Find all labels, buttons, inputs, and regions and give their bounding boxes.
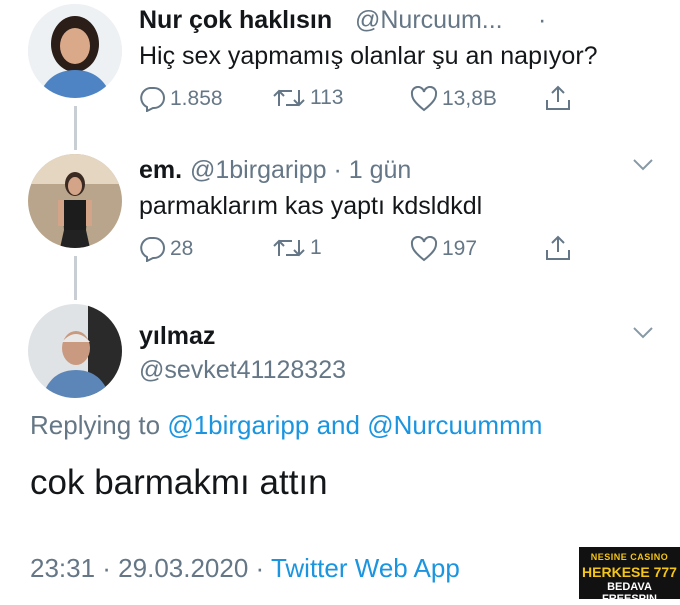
chevron-down-icon: [633, 159, 653, 171]
reply-count: 28: [170, 237, 194, 260]
tweet3-author-name[interactable]: yılmaz: [139, 322, 215, 351]
tweet2-menu[interactable]: [632, 158, 654, 177]
tweet1-dot: ·: [538, 6, 547, 34]
like-icon: [410, 86, 438, 112]
tweet3-menu[interactable]: [632, 326, 654, 345]
tweet3-author-handle[interactable]: @sevket41128323: [139, 356, 346, 385]
tweet-source[interactable]: Twitter Web App: [271, 553, 460, 583]
retweet-button[interactable]: 1: [272, 236, 322, 260]
reply-icon: [140, 87, 165, 112]
thread-connector: [74, 106, 77, 150]
tweet1-text: Hiç sex yapmamış olanlar şu an napıyor?: [139, 42, 598, 70]
retweet-icon: [273, 89, 305, 107]
reply-user-link[interactable]: @1birgaripp: [167, 410, 309, 440]
retweet-count: 1: [310, 236, 322, 259]
tweet2-author-name[interactable]: em.: [139, 156, 182, 185]
tweet-meta: 23:31 · 29.03.2020 · Twitter Web App: [30, 553, 460, 584]
retweet-icon: [273, 239, 305, 257]
share-button[interactable]: [544, 84, 572, 112]
share-icon: [546, 85, 570, 110]
reply-user-link[interactable]: @Nurcuummm: [367, 410, 542, 440]
tweet3-text: cok barmakmı attın: [30, 463, 328, 502]
ad-brand: NESINE CASINO: [590, 552, 669, 562]
chevron-down-icon: [633, 327, 653, 339]
ad-subline: BEDAVA FREESPIN: [601, 581, 657, 605]
retweet-button[interactable]: 113: [272, 86, 343, 110]
share-button[interactable]: [544, 234, 572, 262]
like-count: 197: [442, 237, 478, 260]
like-button[interactable]: 197: [410, 236, 477, 262]
replying-to: Replying to @1birgaripp and @Nurcuummm: [30, 410, 542, 441]
retweet-count: 113: [310, 86, 344, 109]
reply-button[interactable]: 28: [138, 236, 193, 262]
avatar[interactable]: [28, 154, 122, 248]
like-button[interactable]: 13,8B: [410, 86, 497, 112]
ad-headline: HERKESE 777: [582, 564, 677, 580]
tweet2-author-handle[interactable]: @1birgaripp · 1 gün: [190, 156, 411, 185]
avatar[interactable]: [28, 304, 122, 398]
tweet1-author-name[interactable]: Nur çok haklısın: [139, 6, 332, 35]
like-icon: [410, 236, 438, 262]
tweet2-text: parmaklarım kas yaptı kdsldkdl: [139, 192, 483, 220]
avatar[interactable]: [28, 4, 122, 98]
reply-icon: [140, 237, 165, 262]
share-icon: [546, 235, 570, 260]
tweet1-author-handle[interactable]: @Nurcuum...: [355, 6, 503, 35]
reply-button[interactable]: 1.858: [138, 86, 223, 112]
replying-to-prefix: Replying to: [30, 410, 161, 440]
like-count: 13,8B: [442, 87, 497, 110]
reply-count: 1.858: [170, 87, 223, 110]
tweet-timestamp[interactable]: 23:31 · 29.03.2020 ·: [30, 553, 264, 583]
ad-banner[interactable]: NESINE CASINO HERKESE 777 BEDAVA FREESPI…: [579, 547, 680, 605]
thread-connector: [74, 256, 77, 300]
reply-and: and: [316, 410, 360, 440]
